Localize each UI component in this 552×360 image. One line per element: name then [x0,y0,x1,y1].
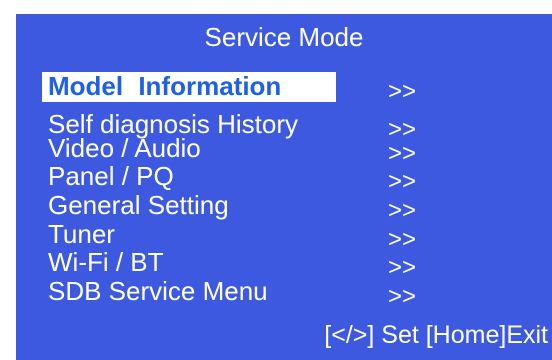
menu-item-panel-pq[interactable]: Panel / PQ >> [42,161,422,195]
menu-item-model-information[interactable]: Model Information >> [42,71,422,105]
menu-item-label: Model Information [48,71,282,101]
menu-item-tuner[interactable]: Tuner >> [42,219,422,253]
service-mode-panel: Service Mode Model Information >> Self d… [16,14,552,360]
menu-item-arrow: >> [388,283,417,310]
menu-item-general-setting[interactable]: General Setting >> [42,190,422,224]
menu-item-label: Panel / PQ [48,161,174,191]
control-hint: [</>] Set [Home]Exit [324,321,548,349]
menu-item-label: SDB Service Menu [48,276,268,306]
menu-item-label: Wi-Fi / BT [48,247,164,277]
menu-item-wifi-bt[interactable]: Wi-Fi / BT >> [42,247,422,281]
menu-item-label: Video / Audio [48,133,201,163]
menu-item-sdb-service-menu[interactable]: SDB Service Menu >> [42,276,422,310]
menu-item-video-audio[interactable]: Video / Audio >> [42,133,422,167]
menu-item-label: Tuner [48,219,115,249]
menu-item-arrow: >> [388,78,417,105]
page-title: Service Mode [204,22,364,52]
menu-item-label: General Setting [48,190,229,220]
